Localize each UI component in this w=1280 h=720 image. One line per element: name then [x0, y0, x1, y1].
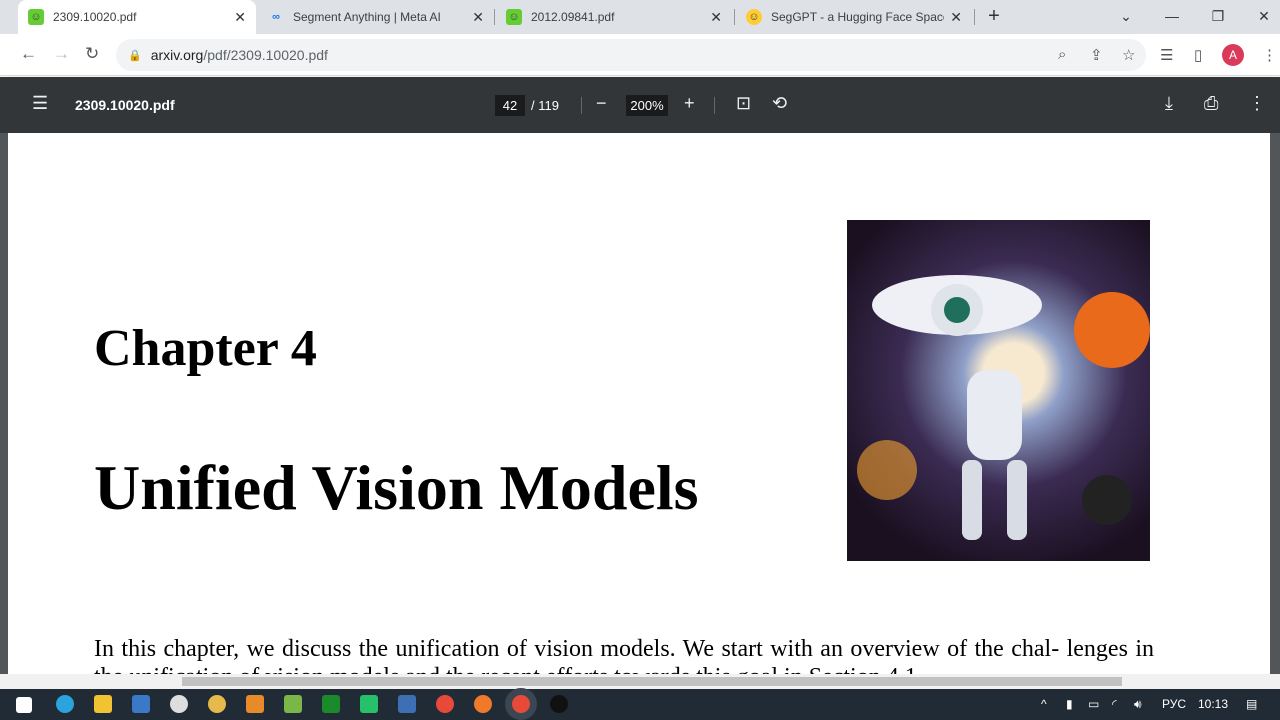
close-icon[interactable]: ✕	[472, 9, 484, 26]
chapter-title: Unified Vision Models	[94, 452, 699, 523]
volume-icon[interactable]: 🔊︎	[1134, 697, 1142, 712]
wifi-icon[interactable]: ◜	[1112, 697, 1117, 711]
lock-icon: 🔒	[128, 49, 142, 62]
chrome-icon[interactable]	[436, 695, 454, 713]
chrome-active-icon[interactable]	[512, 695, 530, 713]
minimize-button[interactable]: —	[1149, 0, 1195, 32]
language-indicator[interactable]: РУС	[1162, 697, 1186, 711]
notifications-icon[interactable]: ▤	[1246, 697, 1257, 711]
pdf-filename: 2309.10020.pdf	[75, 97, 175, 113]
app-icon[interactable]	[398, 695, 416, 713]
file-explorer-icon[interactable]	[94, 695, 112, 713]
hamburger-menu-icon[interactable]: ☰	[32, 93, 48, 114]
menu-icon[interactable]: ⋮	[1262, 46, 1277, 64]
tab-bar: ☺ 2309.10020.pdf ✕ ∞ Segment Anything | …	[0, 0, 1280, 34]
reload-icon[interactable]: ↻	[85, 44, 99, 64]
scrollbar-thumb[interactable]	[182, 677, 1122, 686]
restore-button[interactable]: ❐	[1195, 0, 1241, 32]
tray-chevron-icon[interactable]: ^	[1041, 697, 1047, 711]
print-icon[interactable]: ⎙	[1204, 93, 1218, 114]
zoom-in-icon[interactable]: +	[684, 93, 695, 114]
clock[interactable]: 10:13	[1198, 697, 1228, 711]
meta-icon: ∞	[272, 11, 280, 23]
zoom-input[interactable]: 200%	[626, 95, 668, 116]
app-icon[interactable]	[246, 695, 264, 713]
pdf-page: Chapter 4 Unified Vision Models In this …	[8, 133, 1270, 689]
notepad-icon[interactable]	[284, 695, 302, 713]
more-options-icon[interactable]: ⋮	[1248, 93, 1266, 114]
tab-segment-anything[interactable]: ∞ Segment Anything | Meta AI ✕	[258, 0, 494, 34]
tab-seggpt[interactable]: ☺ SegGPT - a Hugging Face Space ✕	[736, 0, 972, 34]
pdf-toolbar: ☰ 2309.10020.pdf 42 / 119 − 200% + ⊡ ⟲ ⤓…	[0, 77, 1280, 133]
browser-toolbar: ← → ↻ 🔒 arxiv.org/pdf/2309.10020.pdf ⌕ ⇪…	[0, 34, 1280, 76]
tab-2309-pdf[interactable]: ☺ 2309.10020.pdf ✕	[18, 0, 256, 34]
chapter-number: Chapter 4	[94, 320, 317, 377]
fit-page-icon[interactable]: ⊡	[736, 93, 751, 114]
tab-search-chevron-icon[interactable]: ⌄	[1103, 0, 1149, 32]
huggingface-icon: ☺	[746, 9, 762, 25]
tab-2012-pdf[interactable]: ☺ 2012.09841.pdf ✕	[496, 0, 732, 34]
microphone-icon[interactable]: ▮	[1066, 697, 1073, 711]
zoom-out-icon[interactable]: −	[596, 93, 607, 114]
new-tab-button[interactable]: +	[971, 0, 1017, 32]
close-icon[interactable]: ✕	[234, 9, 246, 26]
windows-start-icon[interactable]	[16, 697, 32, 713]
bookmark-star-icon[interactable]: ☆	[1122, 46, 1135, 64]
close-icon[interactable]: ✕	[710, 9, 722, 26]
telegram-icon[interactable]	[56, 695, 74, 713]
pdf-favicon-icon: ☺	[506, 9, 522, 25]
share-icon[interactable]: ⇪	[1090, 46, 1103, 64]
gimp-icon[interactable]	[170, 695, 188, 713]
firefox-icon[interactable]	[474, 695, 492, 713]
robot-illustration	[847, 220, 1150, 561]
zoom-icon[interactable]: ⌕	[1058, 46, 1066, 63]
pycharm-icon[interactable]	[360, 695, 378, 713]
address-bar[interactable]: 🔒 arxiv.org/pdf/2309.10020.pdf	[116, 39, 1146, 71]
app-icon[interactable]	[208, 695, 226, 713]
side-panel-icon[interactable]: ▯	[1194, 46, 1202, 64]
close-icon[interactable]: ✕	[950, 9, 962, 26]
page-number-input[interactable]: 42	[495, 95, 525, 116]
battery-icon[interactable]: ▭	[1088, 697, 1099, 711]
close-window-button[interactable]: ✕	[1241, 0, 1280, 32]
terminal-icon[interactable]	[322, 695, 340, 713]
powershell-icon[interactable]	[132, 695, 150, 713]
download-icon[interactable]: ⤓	[1165, 93, 1173, 114]
forward-icon[interactable]: →	[53, 44, 70, 64]
obs-icon[interactable]	[550, 695, 568, 713]
rotate-icon[interactable]: ⟲	[772, 93, 787, 114]
page-total: / 119	[531, 98, 559, 113]
windows-taskbar: ^ ▮ ▭ ◜ 🔊︎ РУС 10:13 ▤	[0, 689, 1280, 720]
pdf-viewer[interactable]: Chapter 4 Unified Vision Models In this …	[0, 133, 1280, 689]
reading-list-icon[interactable]: ☰	[1160, 46, 1173, 64]
avatar[interactable]: A	[1222, 44, 1244, 66]
back-icon[interactable]: ←	[20, 44, 37, 64]
huggingface-pdf-icon: ☺	[28, 9, 44, 25]
